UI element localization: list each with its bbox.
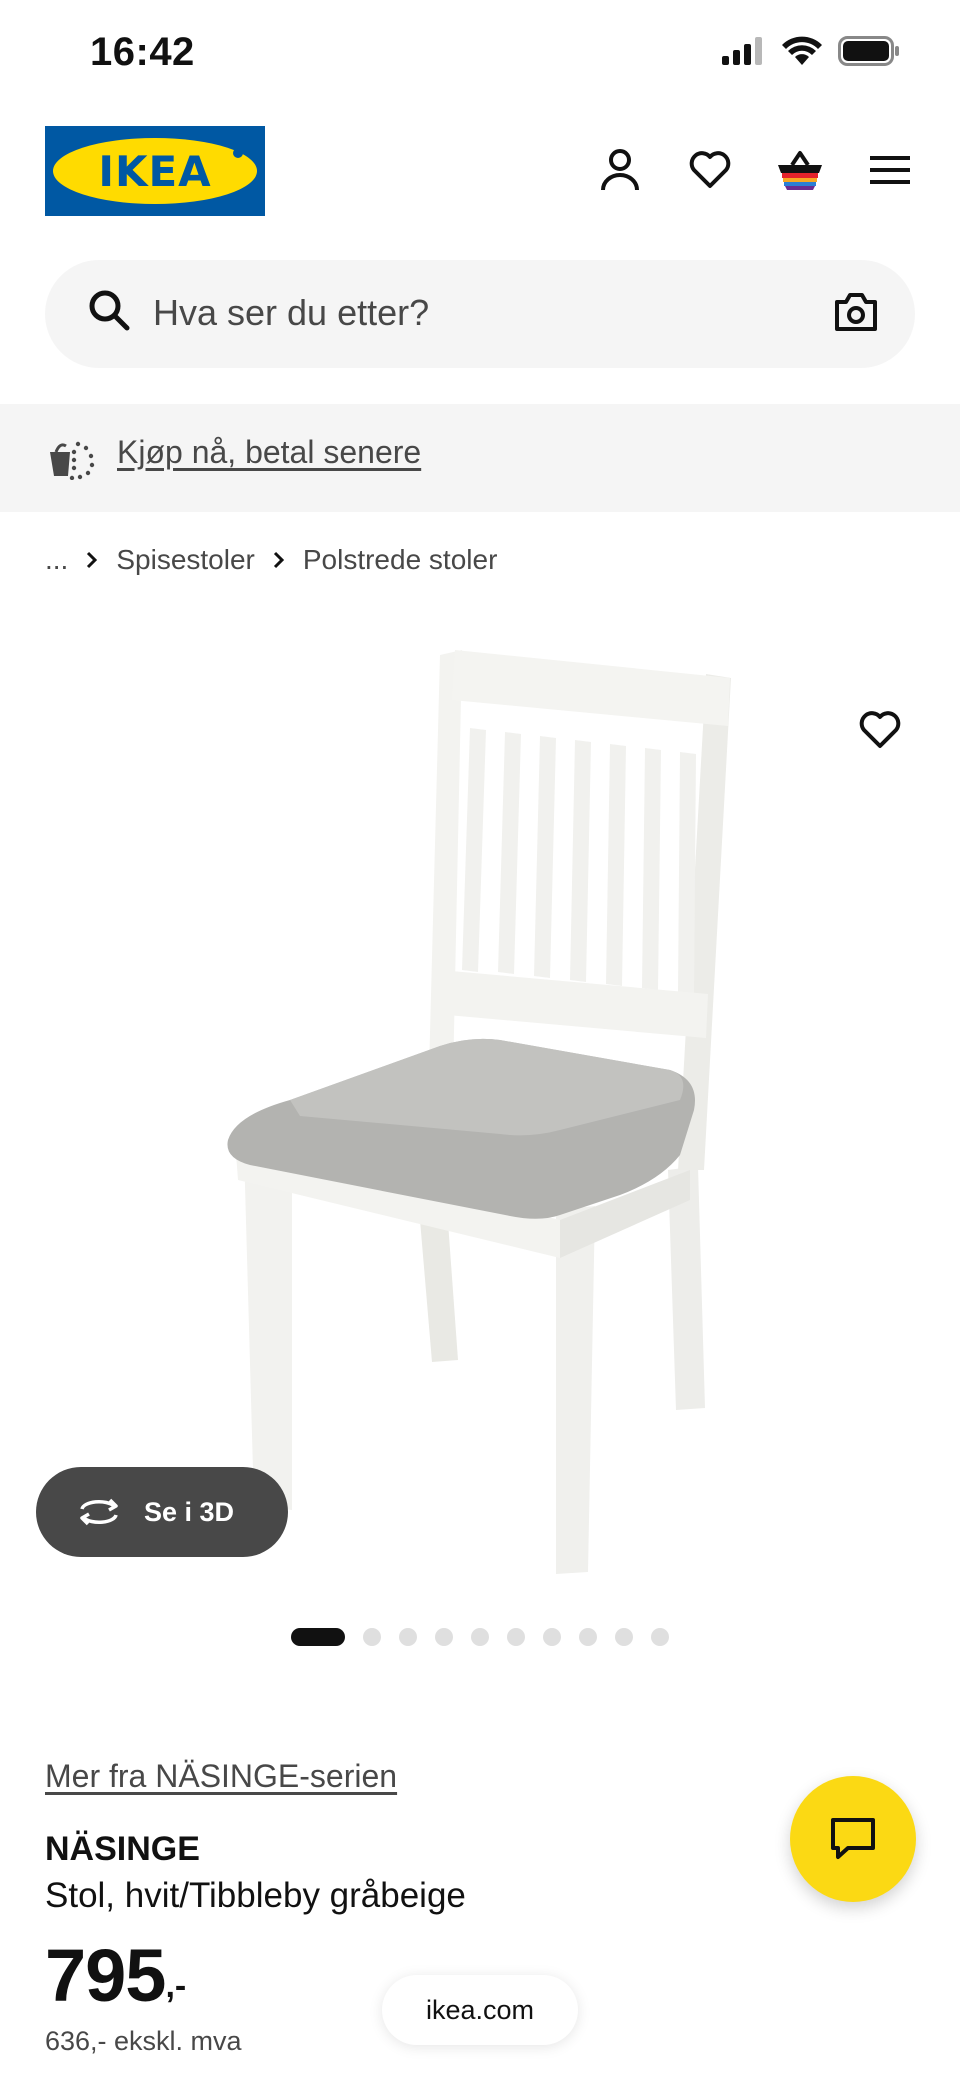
product-name: NÄSINGE bbox=[45, 1830, 200, 1868]
pager-dot[interactable] bbox=[291, 1628, 345, 1646]
cellular-signal-icon bbox=[722, 37, 762, 65]
chat-icon bbox=[831, 1818, 875, 1859]
pager-dot[interactable] bbox=[399, 1628, 417, 1646]
chevron-right-icon bbox=[273, 551, 285, 569]
account-icon bbox=[601, 149, 639, 191]
ikea-logo[interactable]: IKEA bbox=[45, 126, 265, 216]
chair-image bbox=[227, 650, 731, 1574]
price-main: 795 bbox=[45, 1934, 166, 2017]
view-in-3d-label: Se i 3D bbox=[144, 1496, 235, 1527]
chevron-right-icon bbox=[86, 551, 98, 569]
basket-icon bbox=[778, 151, 822, 190]
search-bar[interactable]: Hva ser du etter? bbox=[45, 260, 915, 368]
logo-text: IKEA bbox=[98, 146, 212, 196]
search-input[interactable]: Hva ser du etter? bbox=[153, 292, 429, 334]
pager-dot[interactable] bbox=[543, 1628, 561, 1646]
search-icon bbox=[89, 290, 130, 331]
rotate-3d-icon bbox=[80, 1498, 118, 1526]
breadcrumb: ... Spisestoler Polstrede stoler bbox=[45, 540, 497, 580]
site-header: IKEA bbox=[0, 126, 960, 216]
pay-later-icon bbox=[50, 441, 95, 480]
basket-button[interactable] bbox=[770, 140, 830, 200]
product-image-gallery[interactable]: Se i 3D bbox=[0, 610, 960, 1600]
menu-icon bbox=[870, 156, 910, 184]
breadcrumb-item-ellipsis[interactable]: ... bbox=[45, 544, 68, 576]
status-time: 16:42 bbox=[90, 30, 195, 74]
pager-dot[interactable] bbox=[363, 1628, 381, 1646]
heart-icon bbox=[859, 711, 901, 748]
image-pager bbox=[0, 1628, 960, 1646]
pay-later-link[interactable]: Kjøp nå, betal senere bbox=[117, 434, 421, 471]
chat-button[interactable] bbox=[790, 1776, 916, 1902]
logo-oval: IKEA bbox=[53, 138, 257, 204]
header-actions bbox=[590, 140, 920, 200]
price-suffix: ,- bbox=[165, 1967, 187, 2005]
camera-icon[interactable] bbox=[833, 290, 879, 334]
status-icons bbox=[722, 36, 900, 66]
pager-dot[interactable] bbox=[579, 1628, 597, 1646]
browser-url-pill[interactable]: ikea.com bbox=[382, 1975, 578, 2045]
breadcrumb-item-spisestoler[interactable]: Spisestoler bbox=[116, 544, 255, 576]
view-in-3d-button[interactable]: Se i 3D bbox=[36, 1467, 288, 1557]
pager-dot[interactable] bbox=[435, 1628, 453, 1646]
menu-button[interactable] bbox=[860, 140, 920, 200]
series-link[interactable]: Mer fra NÄSINGE-serien bbox=[45, 1758, 397, 1795]
breadcrumb-item-polstrede-stoler[interactable]: Polstrede stoler bbox=[303, 544, 498, 576]
wifi-icon bbox=[782, 36, 822, 65]
registered-mark-icon bbox=[233, 148, 243, 158]
favorite-product-button[interactable] bbox=[840, 690, 920, 770]
price-ex-vat: 636,- ekskl. mva bbox=[45, 2026, 242, 2056]
favorites-button[interactable] bbox=[680, 140, 740, 200]
pager-dot[interactable] bbox=[651, 1628, 669, 1646]
pay-later-banner: Kjøp nå, betal senere bbox=[0, 404, 960, 512]
status-bar: 16:42 bbox=[0, 0, 960, 110]
pager-dot[interactable] bbox=[471, 1628, 489, 1646]
product-description: Stol, hvit/Tibbleby gråbeige bbox=[45, 1876, 466, 1915]
pager-dot[interactable] bbox=[507, 1628, 525, 1646]
pager-dot[interactable] bbox=[615, 1628, 633, 1646]
account-button[interactable] bbox=[590, 140, 650, 200]
product-price: 795 ,- bbox=[45, 1936, 186, 2036]
battery-icon bbox=[838, 36, 899, 66]
heart-icon bbox=[689, 151, 731, 188]
